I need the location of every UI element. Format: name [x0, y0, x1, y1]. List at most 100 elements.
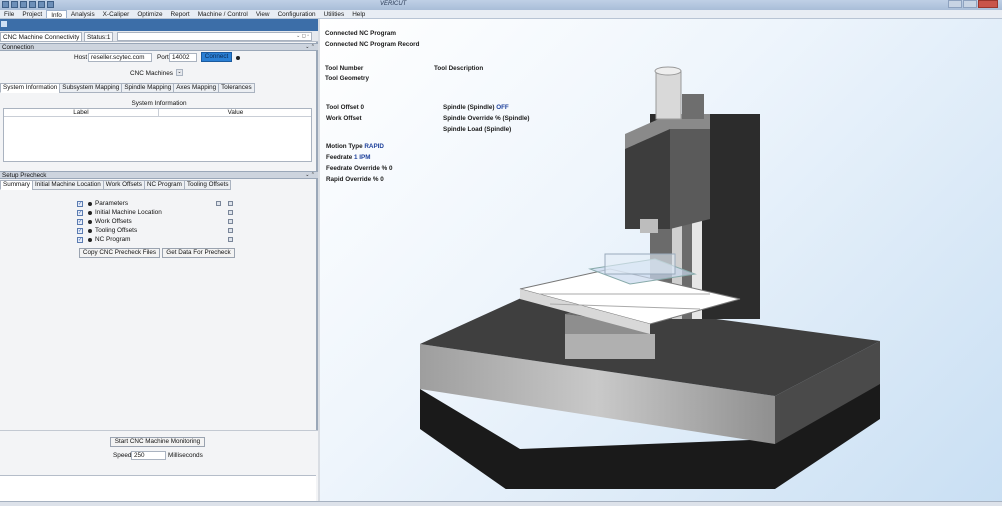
precheck-item-nc-program[interactable]: ✓ NC Program [77, 236, 237, 245]
new-icon[interactable] [2, 1, 9, 8]
feedrate-label: Feedrate [326, 154, 353, 161]
checkbox[interactable]: ✓ [77, 219, 83, 225]
host-label: Host [74, 54, 88, 61]
cnc-machines-label: CNC Machines [130, 70, 173, 77]
refresh-icon[interactable] [228, 228, 233, 233]
redo-icon[interactable] [47, 1, 54, 8]
checkbox[interactable]: ✓ [77, 237, 83, 243]
window-controls[interactable] [948, 0, 998, 8]
tab-tolerances[interactable]: Tolerances [218, 83, 255, 93]
speed-input[interactable]: 250 [131, 451, 166, 460]
precheck-item-label: Parameters [95, 200, 129, 207]
connection-status-indicator [236, 56, 240, 60]
speed-unit-label: Milliseconds [168, 452, 203, 459]
column-value[interactable]: Value [158, 109, 312, 117]
refresh-icon[interactable] [228, 201, 233, 206]
status-dot [88, 202, 92, 206]
connected-record-label: Connected NC Program Record [325, 41, 420, 48]
tab-tooling-offsets[interactable]: Tooling Offsets [183, 180, 232, 190]
cnc-connectivity-panel: CNC Machine Connectivity Status:1 ⌄ ◻ ▫ … [0, 19, 318, 506]
connect-button[interactable]: Connect [201, 52, 232, 62]
info-icon[interactable] [29, 1, 36, 8]
monitoring-area: Start CNC Machine Monitoring Speed 250 M… [0, 430, 318, 506]
title-bar: VERICUT [0, 0, 1002, 10]
open-icon[interactable] [11, 1, 18, 8]
collapse-icon[interactable]: ⌄ ⌃ [305, 172, 315, 179]
host-input[interactable]: reseller.scytec.com [88, 53, 152, 62]
minimize-button[interactable] [948, 0, 962, 8]
menu-report[interactable]: Report [167, 10, 194, 18]
menu-optimize[interactable]: Optimize [133, 10, 166, 18]
tab-system-information[interactable]: System Information [0, 83, 61, 93]
column-label[interactable]: Label [4, 109, 158, 117]
maximize-button[interactable] [963, 0, 977, 8]
menu-analysis[interactable]: Analysis [67, 10, 99, 18]
system-info-title: System Information [131, 100, 187, 107]
tab-status[interactable]: Status:1 [84, 32, 114, 42]
view-icon[interactable] [216, 201, 221, 206]
precheck-item-parameters[interactable]: ✓ Parameters [77, 200, 237, 209]
checkbox[interactable]: ✓ [77, 228, 83, 234]
refresh-icon[interactable] [228, 219, 233, 224]
precheck-item-work-offsets[interactable]: ✓ Work Offsets [77, 218, 237, 227]
checkbox[interactable]: ✓ [77, 210, 83, 216]
port-input[interactable]: 14002 [169, 53, 197, 62]
quick-access-toolbar[interactable] [2, 1, 54, 8]
system-info-tabs: System Information Subsystem Mapping Spi… [0, 83, 255, 93]
tab-subsystem-mapping[interactable]: Subsystem Mapping [59, 83, 123, 93]
table-header: Label Value [4, 109, 311, 117]
cnc-machines-dropdown[interactable]: ⌄ [176, 69, 183, 76]
collapse-icon[interactable]: ⌄ ⌃ [305, 44, 315, 51]
menu-file[interactable]: File [0, 10, 18, 18]
tab-axes-mapping[interactable]: Axes Mapping [173, 83, 220, 93]
menu-machine-control[interactable]: Machine / Control [194, 10, 252, 18]
refresh-icon[interactable] [228, 237, 233, 242]
menu-utilities[interactable]: Utilities [320, 10, 349, 18]
tab-nc-program[interactable]: NC Program [143, 180, 185, 190]
menu-project[interactable]: Project [18, 10, 46, 18]
menu-x-caliper[interactable]: X-Caliper [99, 10, 134, 18]
status-dot [88, 220, 92, 224]
status-dot [88, 229, 92, 233]
feedrate-override-label: Feedrate Override % 0 [326, 165, 393, 172]
setup-precheck-header[interactable]: Setup Precheck ⌄ ⌃ [0, 171, 318, 179]
connected-program-label: Connected NC Program [325, 30, 397, 37]
machine-viewport[interactable]: Connected NC Program Connected NC Progra… [320, 19, 1002, 501]
refresh-icon[interactable] [228, 210, 233, 215]
undo-icon[interactable] [38, 1, 45, 8]
menu-help[interactable]: Help [348, 10, 369, 18]
port-label: Port [157, 54, 169, 61]
menu-view[interactable]: View [252, 10, 274, 18]
saddle-block [565, 334, 655, 359]
cnc-mill-model[interactable] [410, 59, 890, 489]
close-button[interactable] [978, 0, 998, 8]
menu-configuration[interactable]: Configuration [274, 10, 320, 18]
checkbox[interactable]: ✓ [77, 201, 83, 207]
precheck-item-label: NC Program [95, 236, 131, 243]
tab-initial-machine-location[interactable]: Initial Machine Location [31, 180, 104, 190]
get-data-precheck-button[interactable]: Get Data For Precheck [162, 248, 235, 258]
spindle-block [682, 94, 704, 119]
tool-number-label: Tool Number [325, 65, 364, 72]
tab-cnc-machine-connectivity[interactable]: CNC Machine Connectivity [0, 32, 83, 42]
tab-work-offsets[interactable]: Work Offsets [102, 180, 145, 190]
app-title: VERICUT [380, 1, 407, 7]
motor-housing [655, 70, 682, 120]
connection-section-header[interactable]: Connection ⌄ ⌃ [0, 43, 318, 51]
menu-info[interactable]: Info [46, 10, 67, 19]
precheck-item-tooling-offsets[interactable]: ✓ Tooling Offsets [77, 227, 237, 236]
precheck-item-label: Tooling Offsets [95, 227, 138, 234]
tab-spindle-mapping[interactable]: Spindle Mapping [121, 83, 175, 93]
precheck-item-initial-location[interactable]: ✓ Initial Machine Location [77, 209, 237, 218]
precheck-tabs: Summary Initial Machine Location Work Of… [0, 180, 232, 190]
feedrate-status: Feedrate 1 IPM [326, 154, 370, 161]
start-monitoring-button[interactable]: Start CNC Machine Monitoring [110, 437, 205, 447]
system-info-table[interactable]: Label Value [3, 108, 312, 162]
motion-type-status: Motion Type RAPID [326, 143, 384, 150]
dock-icon[interactable]: ⌄ ◻ ▫ [296, 33, 309, 39]
precheck-item-label: Work Offsets [95, 218, 132, 225]
copy-precheck-files-button[interactable]: Copy CNC Precheck Files [79, 248, 160, 258]
menu-bar: File Project Info Analysis X-Caliper Opt… [0, 10, 1002, 19]
save-icon[interactable] [20, 1, 27, 8]
tab-summary[interactable]: Summary [0, 180, 33, 190]
